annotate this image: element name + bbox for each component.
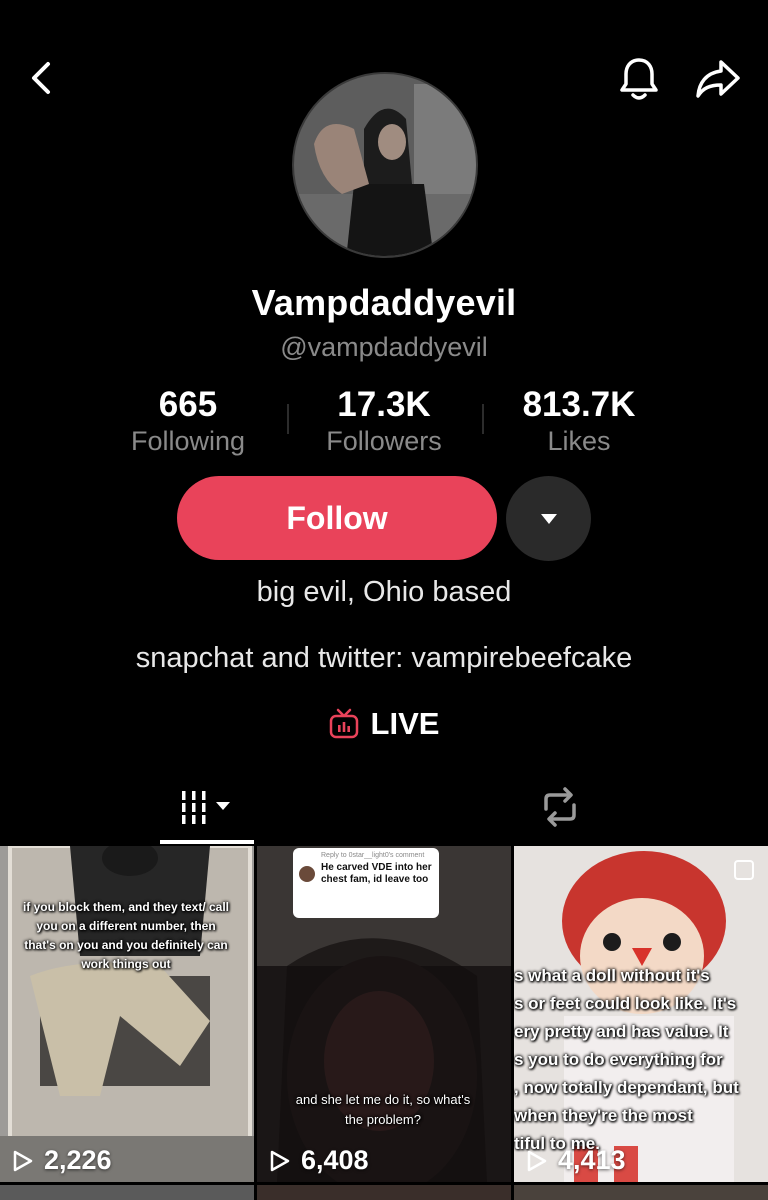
active-tab-indicator <box>160 840 254 844</box>
video-caption: if you block them, and they text/ call y… <box>22 900 230 971</box>
videos-grid-icon <box>182 791 230 824</box>
commenter-avatar <box>299 866 315 882</box>
notification-bell-button[interactable] <box>612 52 666 106</box>
video-tile[interactable]: Reply to 0star__light0's comment He carv… <box>257 846 511 1182</box>
view-count: 4,413 <box>526 1145 626 1176</box>
back-button[interactable] <box>18 54 62 102</box>
video-caption: and she let me do it, so what's the prob… <box>295 1092 471 1127</box>
multi-image-icon <box>734 860 754 880</box>
live-label: LIVE <box>370 706 440 741</box>
share-button[interactable] <box>690 52 746 106</box>
bio-line: snapchat and twitter: vampirebeefcake <box>135 642 633 674</box>
reply-comment-card: Reply to 0star__light0's comment He carv… <box>293 848 439 918</box>
avatar[interactable] <box>292 72 478 258</box>
caption-line: ery pretty and has value. It <box>514 1022 729 1041</box>
reply-header: Reply to 0star__light0's comment <box>321 852 425 859</box>
view-count-value: 2,226 <box>44 1145 112 1175</box>
stat-following-value: 665 <box>158 385 218 424</box>
stat-likes[interactable]: 813.7K Likes <box>481 384 677 456</box>
username-handle: @vampdaddyevil <box>280 332 488 362</box>
view-count: 2,226 <box>12 1145 112 1176</box>
video-caption: s what a doll without it's s or feet cou… <box>514 962 768 1158</box>
stat-likes-label: Likes <box>547 426 611 456</box>
video-tile[interactable]: if you block them, and they text/ call y… <box>0 846 254 1182</box>
repost-icon <box>544 787 576 827</box>
video-tile-partial[interactable] <box>514 1185 768 1200</box>
share-arrow-icon <box>696 60 740 98</box>
video-thumbnail <box>0 846 254 1182</box>
stat-followers[interactable]: 17.3K Followers <box>286 384 482 456</box>
follow-button[interactable]: Follow <box>177 476 497 560</box>
view-count-value: 4,413 <box>558 1145 626 1175</box>
play-icon <box>270 1150 290 1171</box>
caption-line: when they're the most <box>514 1106 693 1125</box>
tab-reposts[interactable] <box>512 770 608 844</box>
video-tile-partial[interactable] <box>257 1185 511 1200</box>
caption-line: s you to do everything for <box>514 1050 723 1069</box>
triangle-down-icon <box>540 513 557 524</box>
stat-following-label: Following <box>130 426 246 456</box>
stat-following[interactable]: 665 Following <box>90 384 286 456</box>
bio-line: big evil, Ohio based <box>256 576 512 608</box>
stat-followers-label: Followers <box>326 426 442 456</box>
display-name: Vampdaddyevil <box>251 282 517 323</box>
suggested-accounts-button[interactable] <box>506 476 591 561</box>
bell-icon <box>620 58 658 100</box>
view-count: 6,408 <box>269 1145 369 1176</box>
video-tile-partial[interactable] <box>0 1185 254 1200</box>
caption-line: , now totally dependant, but <box>514 1078 739 1097</box>
view-count-value: 6,408 <box>301 1145 369 1175</box>
caption-line: s or feet could look like. It's <box>514 994 737 1013</box>
video-tile[interactable]: s what a doll without it's s or feet cou… <box>514 846 768 1182</box>
stat-likes-value: 813.7K <box>522 385 636 424</box>
play-icon <box>13 1150 33 1171</box>
live-tv-icon <box>329 708 358 739</box>
chevron-left-icon <box>32 62 50 94</box>
avatar-photo <box>294 74 476 256</box>
stat-followers-value: 17.3K <box>337 385 431 424</box>
live-link[interactable]: LIVE <box>0 706 768 742</box>
play-icon <box>527 1150 547 1171</box>
reply-text: He carved VDE into her chest fam, id lea… <box>321 862 432 885</box>
caption-line: s what a doll without it's <box>514 966 710 985</box>
tab-videos[interactable] <box>160 770 254 844</box>
